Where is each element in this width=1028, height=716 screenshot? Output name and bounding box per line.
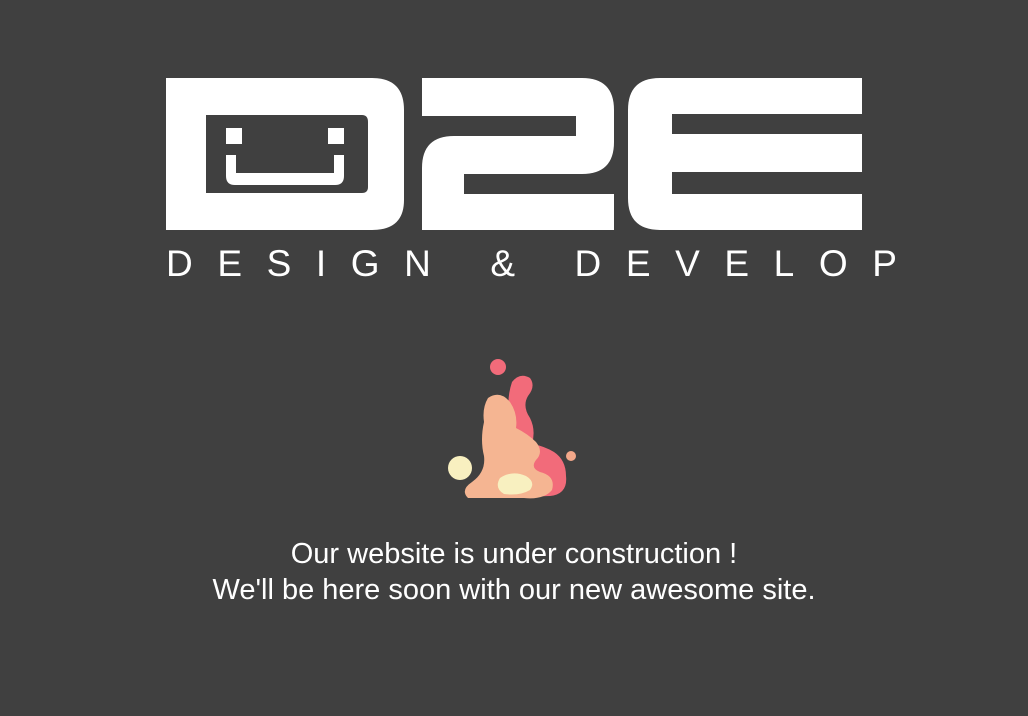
- logo-letter-e: [628, 78, 862, 230]
- splash-drop-right: [566, 451, 576, 461]
- d2e-logo-mark: [166, 78, 862, 230]
- logo-letter-2: [422, 78, 614, 230]
- splash-drop-top: [490, 359, 506, 375]
- brand-tagline: DESIGN & DEVELOP: [166, 243, 922, 284]
- message-line-1: Our website is under construction !: [290, 538, 738, 570]
- logo-smile: [226, 155, 344, 185]
- paint-splash-icon: [448, 359, 576, 499]
- construction-message: Our website is under construction ! We'l…: [0, 536, 1028, 608]
- page: { "brand": { "logo_text": "D2E", "taglin…: [0, 0, 1028, 716]
- logo-letter-d: [166, 78, 404, 230]
- logo-eye-left: [226, 128, 242, 144]
- logo-eye-right: [328, 128, 344, 144]
- splash-drop-left: [448, 456, 472, 480]
- brand-logo: DESIGN & DEVELOP: [166, 78, 922, 284]
- message-line-2: We'll be here soon with our new awesome …: [212, 574, 816, 606]
